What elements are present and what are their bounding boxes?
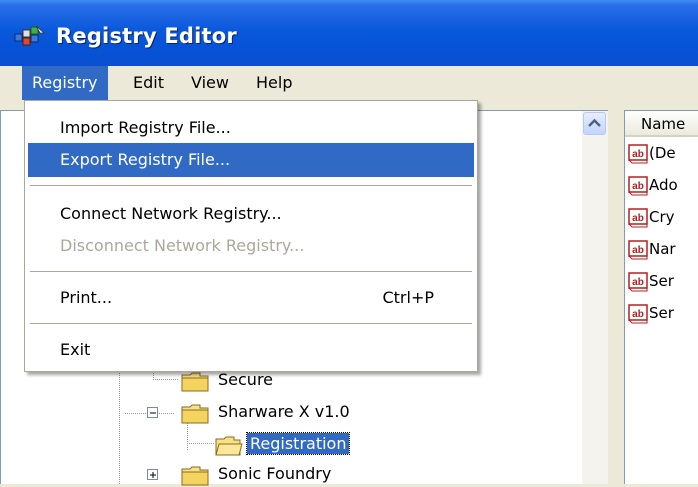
tree-line	[153, 379, 179, 380]
tree-line	[187, 423, 188, 451]
registry-menu-dropdown: Import Registry File... Export Registry …	[24, 100, 478, 372]
collapse-toggle[interactable]	[147, 407, 158, 418]
menu-separator	[30, 185, 472, 186]
tree-item-label: Sonic Foundry	[218, 464, 332, 483]
menu-import-registry-file[interactable]: Import Registry File...	[28, 111, 474, 145]
window-title: Registry Editor	[56, 24, 237, 48]
menu-print-label: Print...	[60, 288, 113, 307]
tree-item-label: Secure	[218, 370, 274, 389]
list-item-label: Nar	[649, 240, 676, 258]
string-value-icon: ab	[628, 271, 648, 291]
list-item[interactable]: ab Ser	[628, 300, 674, 326]
chevron-up-icon	[588, 118, 601, 127]
tree-item-label: Registration	[245, 432, 351, 455]
values-rows: ab (De ab Ado ab Cry ab Nar ab Ser ab Ser	[624, 140, 698, 340]
string-value-icon: ab	[628, 143, 648, 163]
svg-text:ab: ab	[632, 309, 644, 320]
menu-separator	[30, 271, 472, 272]
menu-connect-network-registry[interactable]: Connect Network Registry...	[28, 197, 474, 231]
svg-text:ab: ab	[632, 181, 644, 192]
tree-item-registration[interactable]: Registration	[215, 431, 351, 457]
menu-exit[interactable]: Exit	[28, 333, 474, 367]
folder-icon	[181, 372, 209, 391]
list-item[interactable]: ab Ado	[628, 172, 678, 198]
string-value-icon: ab	[628, 175, 648, 195]
string-value-icon: ab	[628, 303, 648, 323]
list-item-label: Ser	[649, 304, 674, 322]
menu-export-registry-file[interactable]: Export Registry File...	[28, 143, 474, 177]
menu-print-shortcut: Ctrl+P	[382, 288, 434, 307]
menu-view[interactable]: View	[181, 66, 239, 100]
folder-icon	[181, 404, 209, 423]
folder-icon	[181, 466, 209, 485]
svg-text:ab: ab	[632, 213, 644, 224]
menu-disconnect-network-registry: Disconnect Network Registry...	[60, 236, 305, 255]
expand-toggle[interactable]	[147, 469, 158, 480]
svg-text:ab: ab	[632, 277, 644, 288]
open-folder-icon	[215, 436, 243, 455]
tree-item-sharware[interactable]: Sharware X v1.0	[181, 399, 353, 425]
menu-bar: Registry Edit View Help	[0, 66, 698, 100]
list-item-label: Cry	[649, 208, 675, 226]
scroll-up-button[interactable]	[583, 112, 606, 135]
tree-item-sonic-foundry[interactable]: Sonic Foundry	[181, 461, 334, 487]
tree-item-label: Sharware X v1.0	[218, 402, 350, 421]
list-item[interactable]: ab Nar	[628, 236, 676, 262]
string-value-icon: ab	[628, 239, 648, 259]
list-item-label: Ado	[649, 176, 678, 194]
list-item-label: Ser	[649, 272, 674, 290]
tree-line	[187, 443, 215, 444]
list-item-label: (De	[649, 144, 676, 162]
list-item[interactable]: ab Cry	[628, 204, 675, 230]
string-value-icon: ab	[628, 207, 648, 227]
title-bar[interactable]: Registry Editor	[0, 0, 698, 66]
list-item[interactable]: ab (De	[628, 140, 676, 166]
menu-help[interactable]: Help	[246, 66, 302, 100]
registry-editor-icon	[14, 25, 46, 46]
menu-separator	[30, 323, 472, 324]
column-header-name[interactable]: Name	[625, 111, 698, 137]
pane-splitter[interactable]	[608, 100, 624, 484]
menu-print[interactable]: Print... Ctrl+P	[28, 281, 474, 315]
list-item[interactable]: ab Ser	[628, 268, 674, 294]
svg-text:ab: ab	[632, 245, 644, 256]
tree-vertical-scrollbar[interactable]	[582, 111, 608, 484]
menu-registry[interactable]: Registry	[22, 66, 108, 100]
svg-text:ab: ab	[632, 149, 644, 160]
menu-edit[interactable]: Edit	[123, 66, 174, 100]
